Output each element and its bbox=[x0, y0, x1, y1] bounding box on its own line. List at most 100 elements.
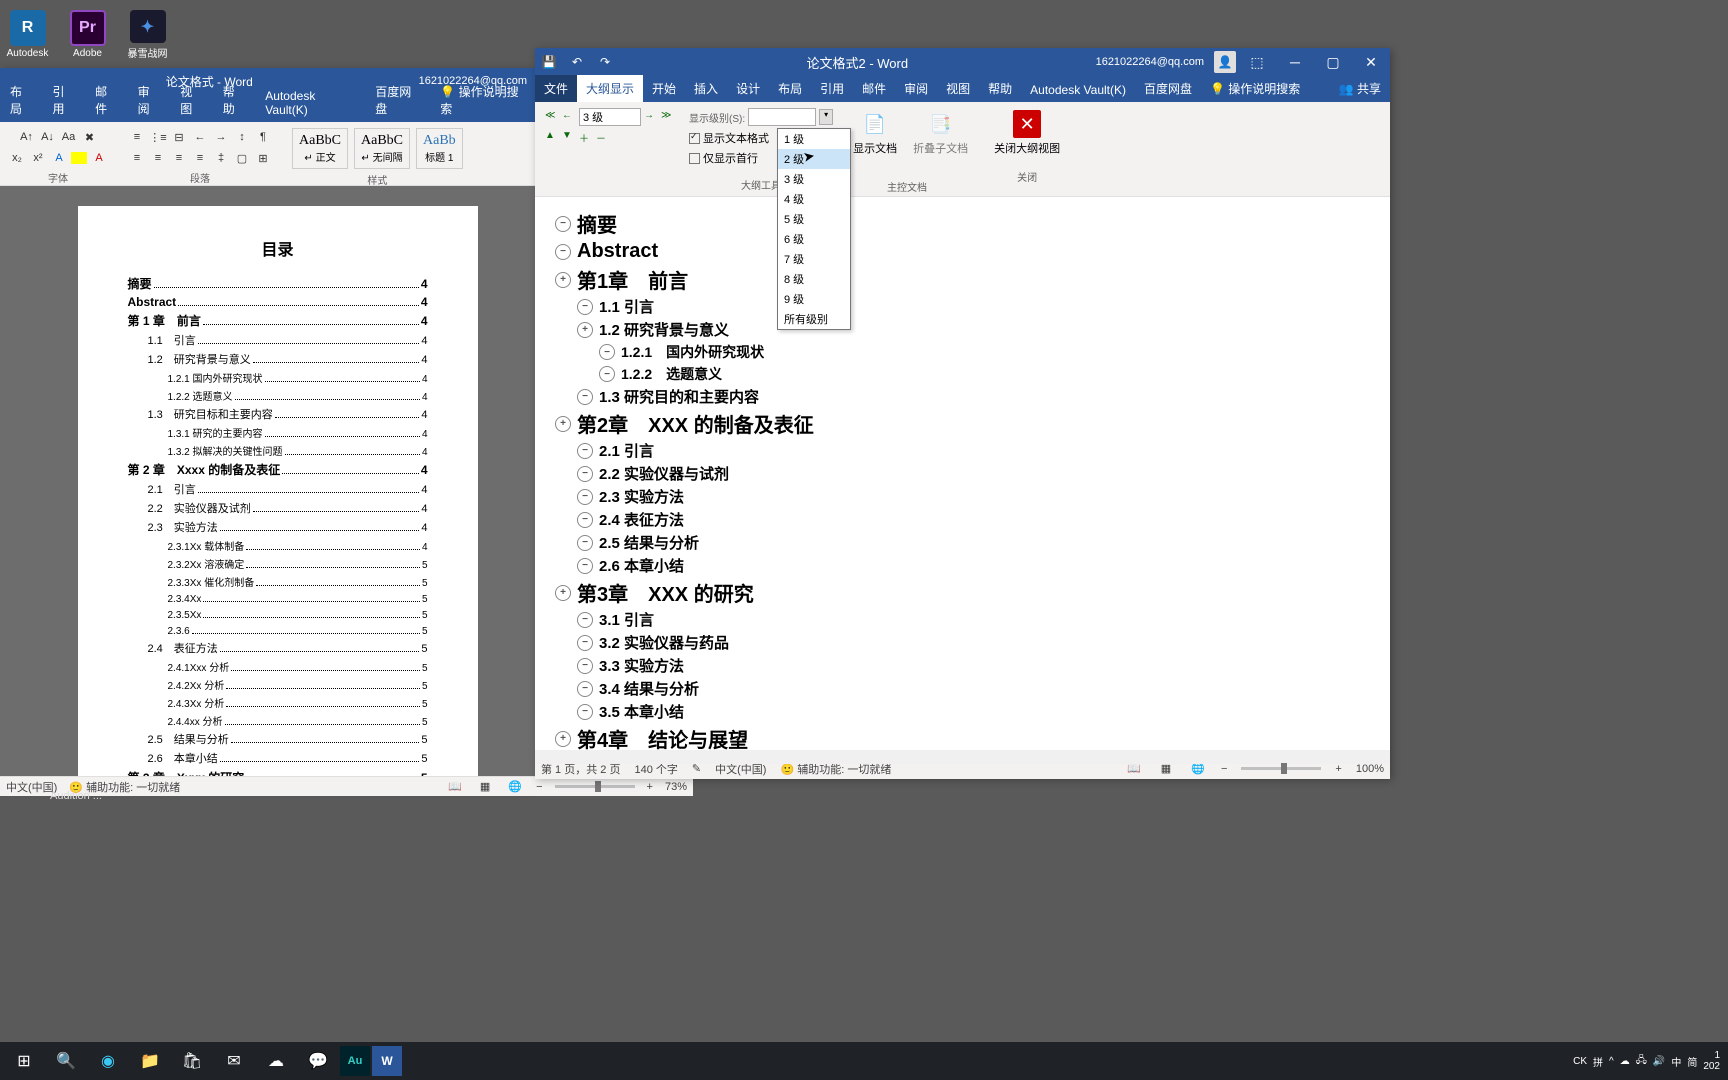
outline-marker-icon[interactable]: − bbox=[577, 558, 593, 574]
outline-marker-icon[interactable]: − bbox=[577, 443, 593, 459]
zoom-minus[interactable]: − bbox=[536, 781, 542, 793]
outline-marker-icon[interactable]: − bbox=[599, 344, 615, 360]
save-icon[interactable]: 💾 bbox=[537, 50, 561, 74]
outline-marker-icon[interactable]: + bbox=[555, 731, 571, 747]
tab-baidu[interactable]: 百度网盘 bbox=[1135, 75, 1201, 102]
close-outline-button[interactable]: ✕关闭大纲视图 bbox=[988, 108, 1066, 158]
minimize-button[interactable]: ─ bbox=[1276, 50, 1314, 74]
toc-entry[interactable]: 2.3.3Xx 催化剂制备5 bbox=[128, 574, 428, 589]
align-center-icon[interactable]: ≡ bbox=[149, 149, 167, 167]
toc-entry[interactable]: 2.3.65 bbox=[128, 624, 428, 637]
toc-entry[interactable]: 1.2.1 国内外研究现状4 bbox=[128, 370, 428, 385]
outline-item[interactable]: −3.5 本章小结 bbox=[577, 701, 1370, 722]
show-marks-icon[interactable]: ¶ bbox=[254, 128, 272, 146]
tab-autodesk[interactable]: Autodesk Vault(K) bbox=[1021, 78, 1135, 102]
tab-outline[interactable]: 大纲显示 bbox=[577, 75, 643, 102]
close-button[interactable]: ✕ bbox=[1352, 50, 1390, 74]
outline-level-input[interactable] bbox=[579, 108, 641, 126]
tab-view[interactable]: 视图 bbox=[937, 75, 979, 102]
toc-entry[interactable]: 2.4.4xx 分析5 bbox=[128, 713, 428, 728]
outline-item[interactable]: −3.4 结果与分析 bbox=[577, 678, 1370, 699]
outline-marker-icon[interactable]: − bbox=[577, 704, 593, 720]
toc-entry[interactable]: 2.1 引言4 bbox=[128, 481, 428, 497]
toc-entry[interactable]: 1.2.2 选题意义4 bbox=[128, 388, 428, 403]
desktop-icon-autodesk[interactable]: R Autodesk bbox=[5, 10, 50, 60]
ime-indicator[interactable]: 拼 bbox=[1593, 1054, 1603, 1069]
toc-entry[interactable]: 2.4.3Xx 分析5 bbox=[128, 695, 428, 710]
outline-marker-icon[interactable]: − bbox=[555, 244, 571, 260]
clock[interactable]: 1202 bbox=[1703, 1050, 1720, 1072]
level-option[interactable]: 1 级 bbox=[778, 129, 850, 149]
ime-indicator[interactable]: CK bbox=[1573, 1056, 1587, 1067]
user-icon[interactable]: 👤 bbox=[1214, 51, 1236, 73]
outline-item[interactable]: +1.2 研究背景与意义 bbox=[577, 319, 1370, 340]
tab-insert[interactable]: 插入 bbox=[685, 75, 727, 102]
outline-marker-icon[interactable]: − bbox=[577, 489, 593, 505]
style-heading1[interactable]: AaBb标题 1 bbox=[416, 128, 463, 169]
zoom-plus[interactable]: + bbox=[1335, 763, 1341, 775]
text-effects-icon[interactable]: A bbox=[50, 149, 68, 167]
outline-marker-icon[interactable]: − bbox=[577, 681, 593, 697]
view-print-icon[interactable]: ▦ bbox=[476, 778, 494, 796]
maximize-button[interactable]: ▢ bbox=[1314, 50, 1352, 74]
toc-entry[interactable]: 2.3.4Xx5 bbox=[128, 592, 428, 605]
toc-entry[interactable]: 1.2 研究背景与意义4 bbox=[128, 351, 428, 367]
explorer-icon[interactable]: 📁 bbox=[130, 1043, 170, 1079]
tab-autodesk[interactable]: Autodesk Vault(K) bbox=[255, 84, 365, 122]
outline-marker-icon[interactable]: − bbox=[577, 389, 593, 405]
level-option[interactable]: 8 级 bbox=[778, 269, 850, 289]
outline-marker-icon[interactable]: − bbox=[577, 512, 593, 528]
font-size-increase-icon[interactable]: A↑ bbox=[18, 128, 36, 146]
volume-icon[interactable]: 🔊 bbox=[1653, 1056, 1665, 1067]
style-nospacing[interactable]: AaBbC↵ 无间隔 bbox=[354, 128, 410, 169]
shading-icon[interactable]: ▢ bbox=[233, 149, 251, 167]
level-option[interactable]: 6 级 bbox=[778, 229, 850, 249]
level-option[interactable]: 3 级 bbox=[778, 169, 850, 189]
toc-entry[interactable]: 2.3.2Xx 溶液确定5 bbox=[128, 556, 428, 571]
toc-entry[interactable]: 2.4.1Xxx 分析5 bbox=[128, 659, 428, 674]
tab-references[interactable]: 引用 bbox=[43, 78, 86, 122]
word-icon[interactable]: W bbox=[372, 1046, 402, 1076]
outline-item[interactable]: −1.2.2 选题意义 bbox=[599, 364, 1370, 384]
tab-layout[interactable]: 布局 bbox=[769, 75, 811, 102]
borders-icon[interactable]: ⊞ bbox=[254, 149, 272, 167]
numbering-icon[interactable]: ⋮≡ bbox=[149, 128, 167, 146]
tab-mailings[interactable]: 邮件 bbox=[853, 75, 895, 102]
toc-entry[interactable]: 2.6 本章小结5 bbox=[128, 750, 428, 766]
outline-item[interactable]: −2.2 实验仪器与试剂 bbox=[577, 463, 1370, 484]
font-color-icon[interactable]: A bbox=[90, 149, 108, 167]
horizontal-scrollbar[interactable] bbox=[535, 750, 1390, 764]
redo-icon[interactable]: ↷ bbox=[593, 50, 617, 74]
indent-right-icon[interactable]: → bbox=[212, 128, 230, 146]
outline-item[interactable]: −2.1 引言 bbox=[577, 440, 1370, 461]
tab-references[interactable]: 引用 bbox=[811, 75, 853, 102]
outline-item[interactable]: −2.3 实验方法 bbox=[577, 486, 1370, 507]
clear-format-icon[interactable]: ✖ bbox=[81, 128, 99, 146]
view-web-icon[interactable]: 🌐 bbox=[506, 778, 524, 796]
outline-marker-icon[interactable]: − bbox=[577, 612, 593, 628]
tab-layout[interactable]: 布局 bbox=[0, 78, 43, 122]
outline-item[interactable]: +第3章 XXX 的研究 bbox=[555, 578, 1370, 607]
show-document-button[interactable]: 📄显示文档 bbox=[847, 108, 903, 158]
zoom-slider[interactable] bbox=[1241, 767, 1321, 770]
move-down-icon[interactable]: ▼ bbox=[562, 130, 576, 144]
align-left-icon[interactable]: ≡ bbox=[128, 149, 146, 167]
level-option[interactable]: 5 级 bbox=[778, 209, 850, 229]
toc-entry[interactable]: 2.5 结果与分析5 bbox=[128, 731, 428, 747]
outline-item[interactable]: +第4章 结论与展望 bbox=[555, 724, 1370, 753]
outline-marker-icon[interactable]: − bbox=[555, 216, 571, 232]
multilevel-icon[interactable]: ⊟ bbox=[170, 128, 188, 146]
level-option[interactable]: 2 级 bbox=[778, 149, 850, 169]
titlebar-right[interactable]: 💾 ↶ ↷ 论文格式2 - Word 1621022264@qq.com 👤 ⬚… bbox=[535, 48, 1390, 76]
level-option[interactable]: 9 级 bbox=[778, 289, 850, 309]
expand-icon[interactable]: ＋ bbox=[579, 130, 593, 144]
promote-to-h1-icon[interactable]: ≪ bbox=[545, 110, 559, 124]
outline-marker-icon[interactable]: + bbox=[555, 585, 571, 601]
outline-marker-icon[interactable]: + bbox=[577, 322, 593, 338]
mail-icon[interactable]: ✉ bbox=[214, 1043, 254, 1079]
store-icon[interactable]: 🛍 bbox=[172, 1043, 212, 1079]
indent-left-icon[interactable]: ← bbox=[191, 128, 209, 146]
level-option[interactable]: 所有级别 bbox=[778, 309, 850, 329]
zoom-value[interactable]: 100% bbox=[1356, 763, 1384, 775]
tell-me[interactable]: 💡 操作说明搜索 bbox=[430, 78, 535, 122]
